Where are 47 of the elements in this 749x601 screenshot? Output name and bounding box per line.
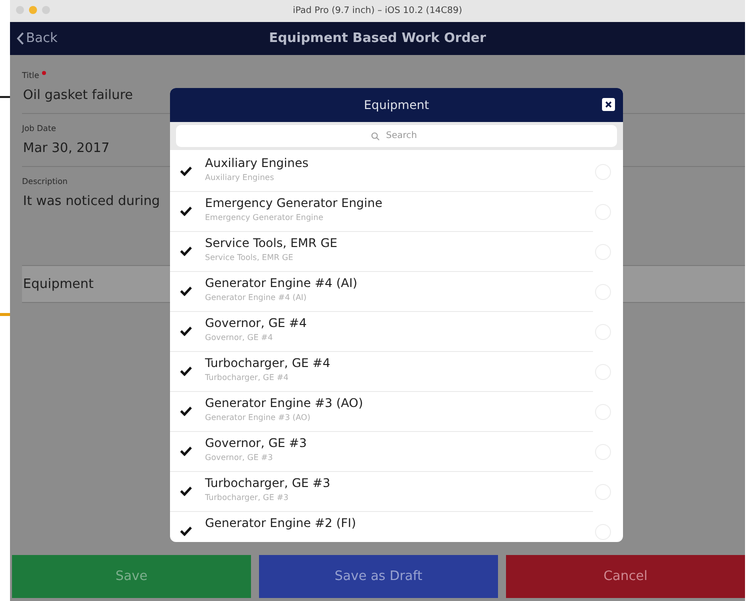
required-icon bbox=[42, 71, 46, 75]
item-subtitle: Turbocharger, GE #3 bbox=[205, 493, 290, 502]
window-title: iPad Pro (9.7 inch) – iOS 10.2 (14C89) bbox=[292, 6, 462, 16]
field-label: Equipment bbox=[22, 276, 94, 292]
item-subtitle: Emergency Generator Engine bbox=[205, 213, 324, 222]
equipment-item[interactable]: Generator Engine #3 (AO) Generator Engine #3 (AO) bbox=[170, 392, 593, 432]
field-value: Oil gasket failure bbox=[22, 88, 133, 103]
field-label: Title bbox=[22, 71, 40, 80]
back-button[interactable]: Back bbox=[10, 31, 64, 46]
equipment-item[interactable]: Generator Engine #2 (FI) bbox=[170, 512, 593, 542]
close-button[interactable] bbox=[602, 98, 615, 111]
equipment-item[interactable]: Governor, GE #4 Governor, GE #4 bbox=[170, 312, 593, 352]
field-label: Job Date bbox=[22, 124, 56, 133]
item-subtitle: Auxiliary Engines bbox=[205, 173, 275, 182]
field-label: Description bbox=[22, 177, 68, 186]
equipment-item[interactable]: Governor, GE #3 Governor, GE #3 bbox=[170, 432, 593, 472]
page-title: Equipment Based Work Order bbox=[268, 31, 486, 46]
item-name: Generator Engine #4 (AI) bbox=[205, 276, 358, 290]
item-subtitle: Governor, GE #3 bbox=[205, 453, 274, 462]
item-name: Turbocharger, GE #3 bbox=[205, 476, 332, 490]
item-subtitle: Generator Engine #4 (AI) bbox=[205, 293, 308, 302]
equipment-item[interactable]: Turbocharger, GE #4 Turbocharger, GE #4 bbox=[170, 352, 593, 392]
search-field[interactable]: Search bbox=[176, 125, 617, 147]
item-name: Generator Engine #2 (FI) bbox=[205, 516, 358, 530]
field-value: It was noticed during bbox=[22, 194, 160, 209]
item-name: Turbocharger, GE #4 bbox=[205, 356, 332, 370]
item-subtitle: Generator Engine #3 (AO) bbox=[205, 413, 312, 422]
chevron-left-icon bbox=[16, 32, 24, 45]
item-name: Governor, GE #3 bbox=[205, 436, 308, 450]
item-name: Service Tools, EMR GE bbox=[205, 236, 338, 250]
item-name: Governor, GE #4 bbox=[205, 316, 308, 330]
draft-button[interactable]: Save as Draft bbox=[259, 555, 498, 598]
item-name: Emergency Generator Engine bbox=[205, 196, 384, 210]
equipment-item[interactable]: Turbocharger, GE #3 Turbocharger, GE #3 bbox=[170, 472, 593, 512]
item-subtitle: Service Tools, EMR GE bbox=[205, 253, 294, 262]
item-subtitle: Governor, GE #4 bbox=[205, 333, 274, 342]
dialog-title: Equipment bbox=[364, 98, 430, 112]
field-value: Mar 30, 2017 bbox=[22, 141, 110, 156]
search-icon bbox=[370, 132, 380, 141]
item-name: Auxiliary Engines bbox=[205, 156, 310, 170]
equipment-item[interactable]: Generator Engine #4 (AI) Generator Engine #4 (AI) bbox=[170, 272, 593, 312]
close-icon bbox=[605, 101, 612, 108]
equipment-item[interactable]: Service Tools, EMR GE Service Tools, EMR GE bbox=[170, 232, 593, 272]
equipment-item[interactable]: Emergency Generator Engine Emergency Generator Engine bbox=[170, 192, 593, 232]
item-subtitle: Turbocharger, GE #4 bbox=[205, 373, 290, 382]
equipment-item[interactable]: Auxiliary Engines Auxiliary Engines bbox=[170, 152, 593, 192]
item-name: Generator Engine #3 (AO) bbox=[205, 396, 364, 410]
